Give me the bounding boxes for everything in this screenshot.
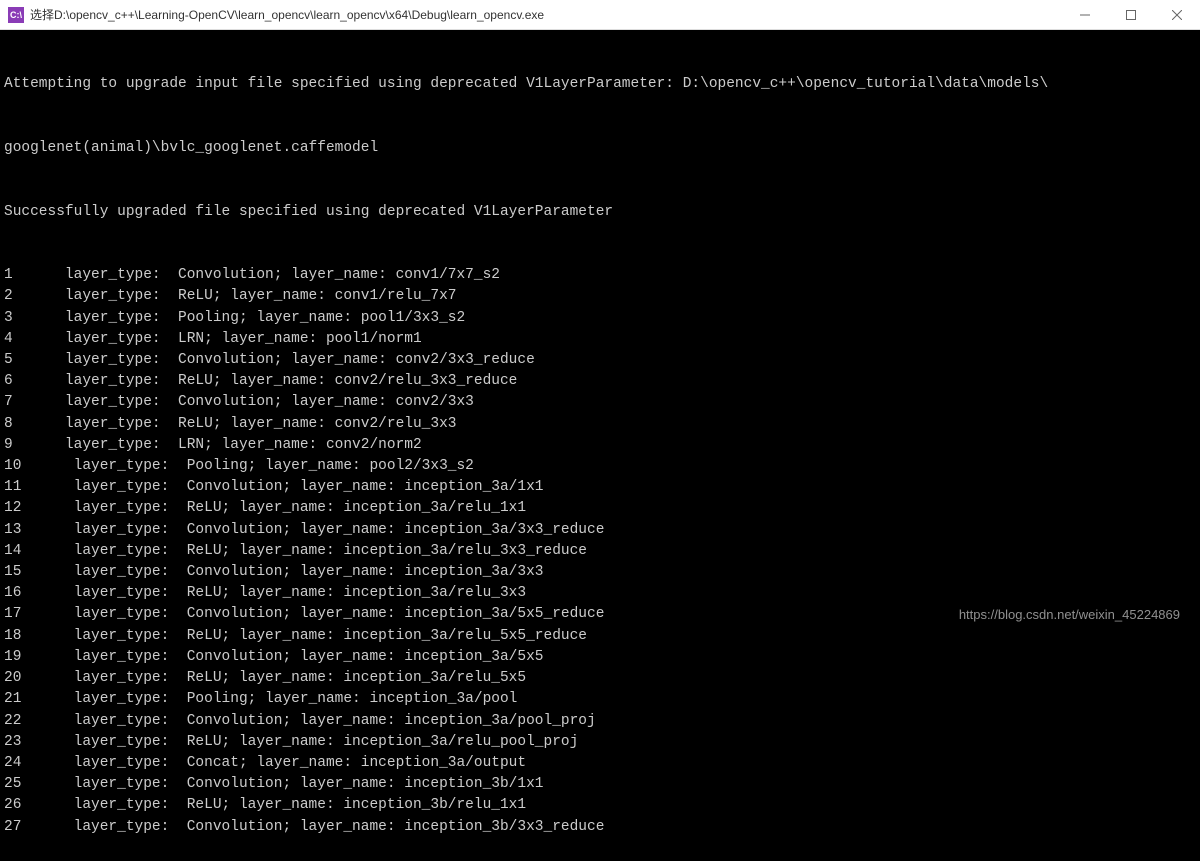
- console-layer-line: 10 layer_type: Pooling; layer_name: pool…: [4, 456, 1196, 477]
- console-layer-line: 24 layer_type: Concat; layer_name: incep…: [4, 753, 1196, 774]
- close-button[interactable]: [1154, 0, 1200, 30]
- console-layer-line: 14 layer_type: ReLU; layer_name: incepti…: [4, 541, 1196, 562]
- minimize-button[interactable]: [1062, 0, 1108, 30]
- console-layer-line: 2 layer_type: ReLU; layer_name: conv1/re…: [4, 286, 1196, 307]
- console-layer-line: 15 layer_type: Convolution; layer_name: …: [4, 562, 1196, 583]
- minimize-icon: [1080, 10, 1090, 20]
- console-layer-line: 7 layer_type: Convolution; layer_name: c…: [4, 392, 1196, 413]
- console-layer-line: 27 layer_type: Convolution; layer_name: …: [4, 817, 1196, 838]
- console-layer-line: 9 layer_type: LRN; layer_name: conv2/nor…: [4, 435, 1196, 456]
- console-layer-line: 25 layer_type: Convolution; layer_name: …: [4, 774, 1196, 795]
- console-line: googlenet(animal)\bvlc_googlenet.caffemo…: [4, 138, 1196, 159]
- maximize-icon: [1126, 10, 1136, 20]
- console-layer-line: 13 layer_type: Convolution; layer_name: …: [4, 520, 1196, 541]
- close-icon: [1172, 10, 1182, 20]
- maximize-button[interactable]: [1108, 0, 1154, 30]
- console-output[interactable]: Attempting to upgrade input file specifi…: [0, 30, 1200, 861]
- console-layer-line: 1 layer_type: Convolution; layer_name: c…: [4, 265, 1196, 286]
- console-layer-line: 18 layer_type: ReLU; layer_name: incepti…: [4, 626, 1196, 647]
- console-layer-line: 8 layer_type: ReLU; layer_name: conv2/re…: [4, 414, 1196, 435]
- console-line: Successfully upgraded file specified usi…: [4, 202, 1196, 223]
- watermark-text: https://blog.csdn.net/weixin_45224869: [959, 607, 1180, 622]
- console-layer-line: 4 layer_type: LRN; layer_name: pool1/nor…: [4, 329, 1196, 350]
- console-layer-line: 21 layer_type: Pooling; layer_name: ince…: [4, 689, 1196, 710]
- window-titlebar: C:\ 选择D:\opencv_c++\Learning-OpenCV\lear…: [0, 0, 1200, 30]
- console-line: Attempting to upgrade input file specifi…: [4, 74, 1196, 95]
- console-layer-line: 23 layer_type: ReLU; layer_name: incepti…: [4, 732, 1196, 753]
- console-layer-line: 16 layer_type: ReLU; layer_name: incepti…: [4, 583, 1196, 604]
- console-layer-line: 3 layer_type: Pooling; layer_name: pool1…: [4, 308, 1196, 329]
- console-layer-line: 5 layer_type: Convolution; layer_name: c…: [4, 350, 1196, 371]
- console-layer-line: 12 layer_type: ReLU; layer_name: incepti…: [4, 498, 1196, 519]
- console-layer-line: 19 layer_type: Convolution; layer_name: …: [4, 647, 1196, 668]
- console-layer-line: 11 layer_type: Convolution; layer_name: …: [4, 477, 1196, 498]
- window-title: 选择D:\opencv_c++\Learning-OpenCV\learn_op…: [30, 6, 1062, 23]
- console-layer-line: 26 layer_type: ReLU; layer_name: incepti…: [4, 795, 1196, 816]
- console-layer-line: 20 layer_type: ReLU; layer_name: incepti…: [4, 668, 1196, 689]
- console-layer-line: 6 layer_type: ReLU; layer_name: conv2/re…: [4, 371, 1196, 392]
- window-controls: [1062, 0, 1200, 29]
- app-icon: C:\: [8, 7, 24, 23]
- console-layer-line: 22 layer_type: Convolution; layer_name: …: [4, 711, 1196, 732]
